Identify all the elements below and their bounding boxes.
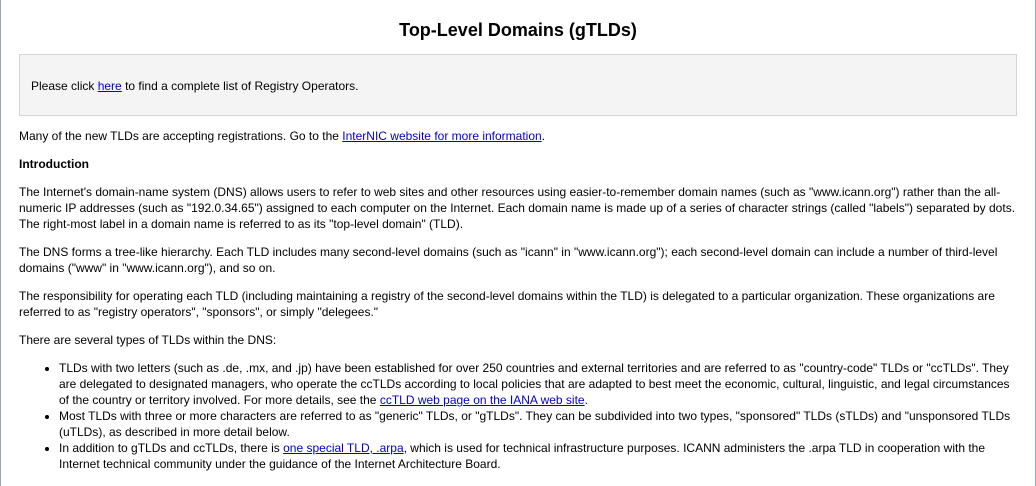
page-title: Top-Level Domains (gTLDs) bbox=[399, 20, 637, 40]
arpa-text-before: In addition to gTLDs and ccTLDs, there i… bbox=[59, 441, 284, 455]
gtld-text: Most TLDs with three or more characters … bbox=[59, 409, 1011, 439]
notice-text-before: Please click bbox=[31, 79, 98, 93]
dns-paragraph: The Internet's domain-name system (DNS) … bbox=[19, 185, 1016, 231]
internic-link[interactable]: InterNIC website for more information bbox=[342, 129, 541, 143]
internic-text-before: Many of the new TLDs are accepting regis… bbox=[19, 129, 343, 143]
tld-types-paragraph: There are several types of TLDs within t… bbox=[19, 333, 277, 347]
cctld-iana-link[interactable]: ccTLD web page on the IANA web site bbox=[380, 393, 585, 407]
list-item-cctld: TLDs with two letters (such as .de, .mx,… bbox=[59, 360, 1017, 408]
notice-text-after: to find a complete list of Registry Oper… bbox=[121, 79, 359, 93]
internic-text-after: . bbox=[541, 129, 546, 143]
introduction-heading: Introduction bbox=[19, 157, 89, 171]
arpa-link[interactable]: one special TLD, .arpa bbox=[283, 441, 404, 455]
list-item-arpa: In addition to gTLDs and ccTLDs, there i… bbox=[59, 440, 1017, 472]
registry-operators-notice: Please click here to find a complete lis… bbox=[19, 54, 1017, 116]
responsibility-paragraph: The responsibility for operating each TL… bbox=[19, 289, 995, 319]
registry-operators-link[interactable]: here bbox=[98, 79, 122, 93]
internic-paragraph: Many of the new TLDs are accepting regis… bbox=[19, 128, 1017, 144]
tld-types-list: TLDs with two letters (such as .de, .mx,… bbox=[19, 360, 1017, 472]
cctld-text-after: . bbox=[584, 393, 588, 407]
hierarchy-paragraph: The DNS forms a tree-like hierarchy. Eac… bbox=[19, 245, 998, 275]
page-content: Top-Level Domains (gTLDs) Please click h… bbox=[1, 0, 1035, 472]
list-item-gtld: Most TLDs with three or more characters … bbox=[59, 408, 1017, 440]
